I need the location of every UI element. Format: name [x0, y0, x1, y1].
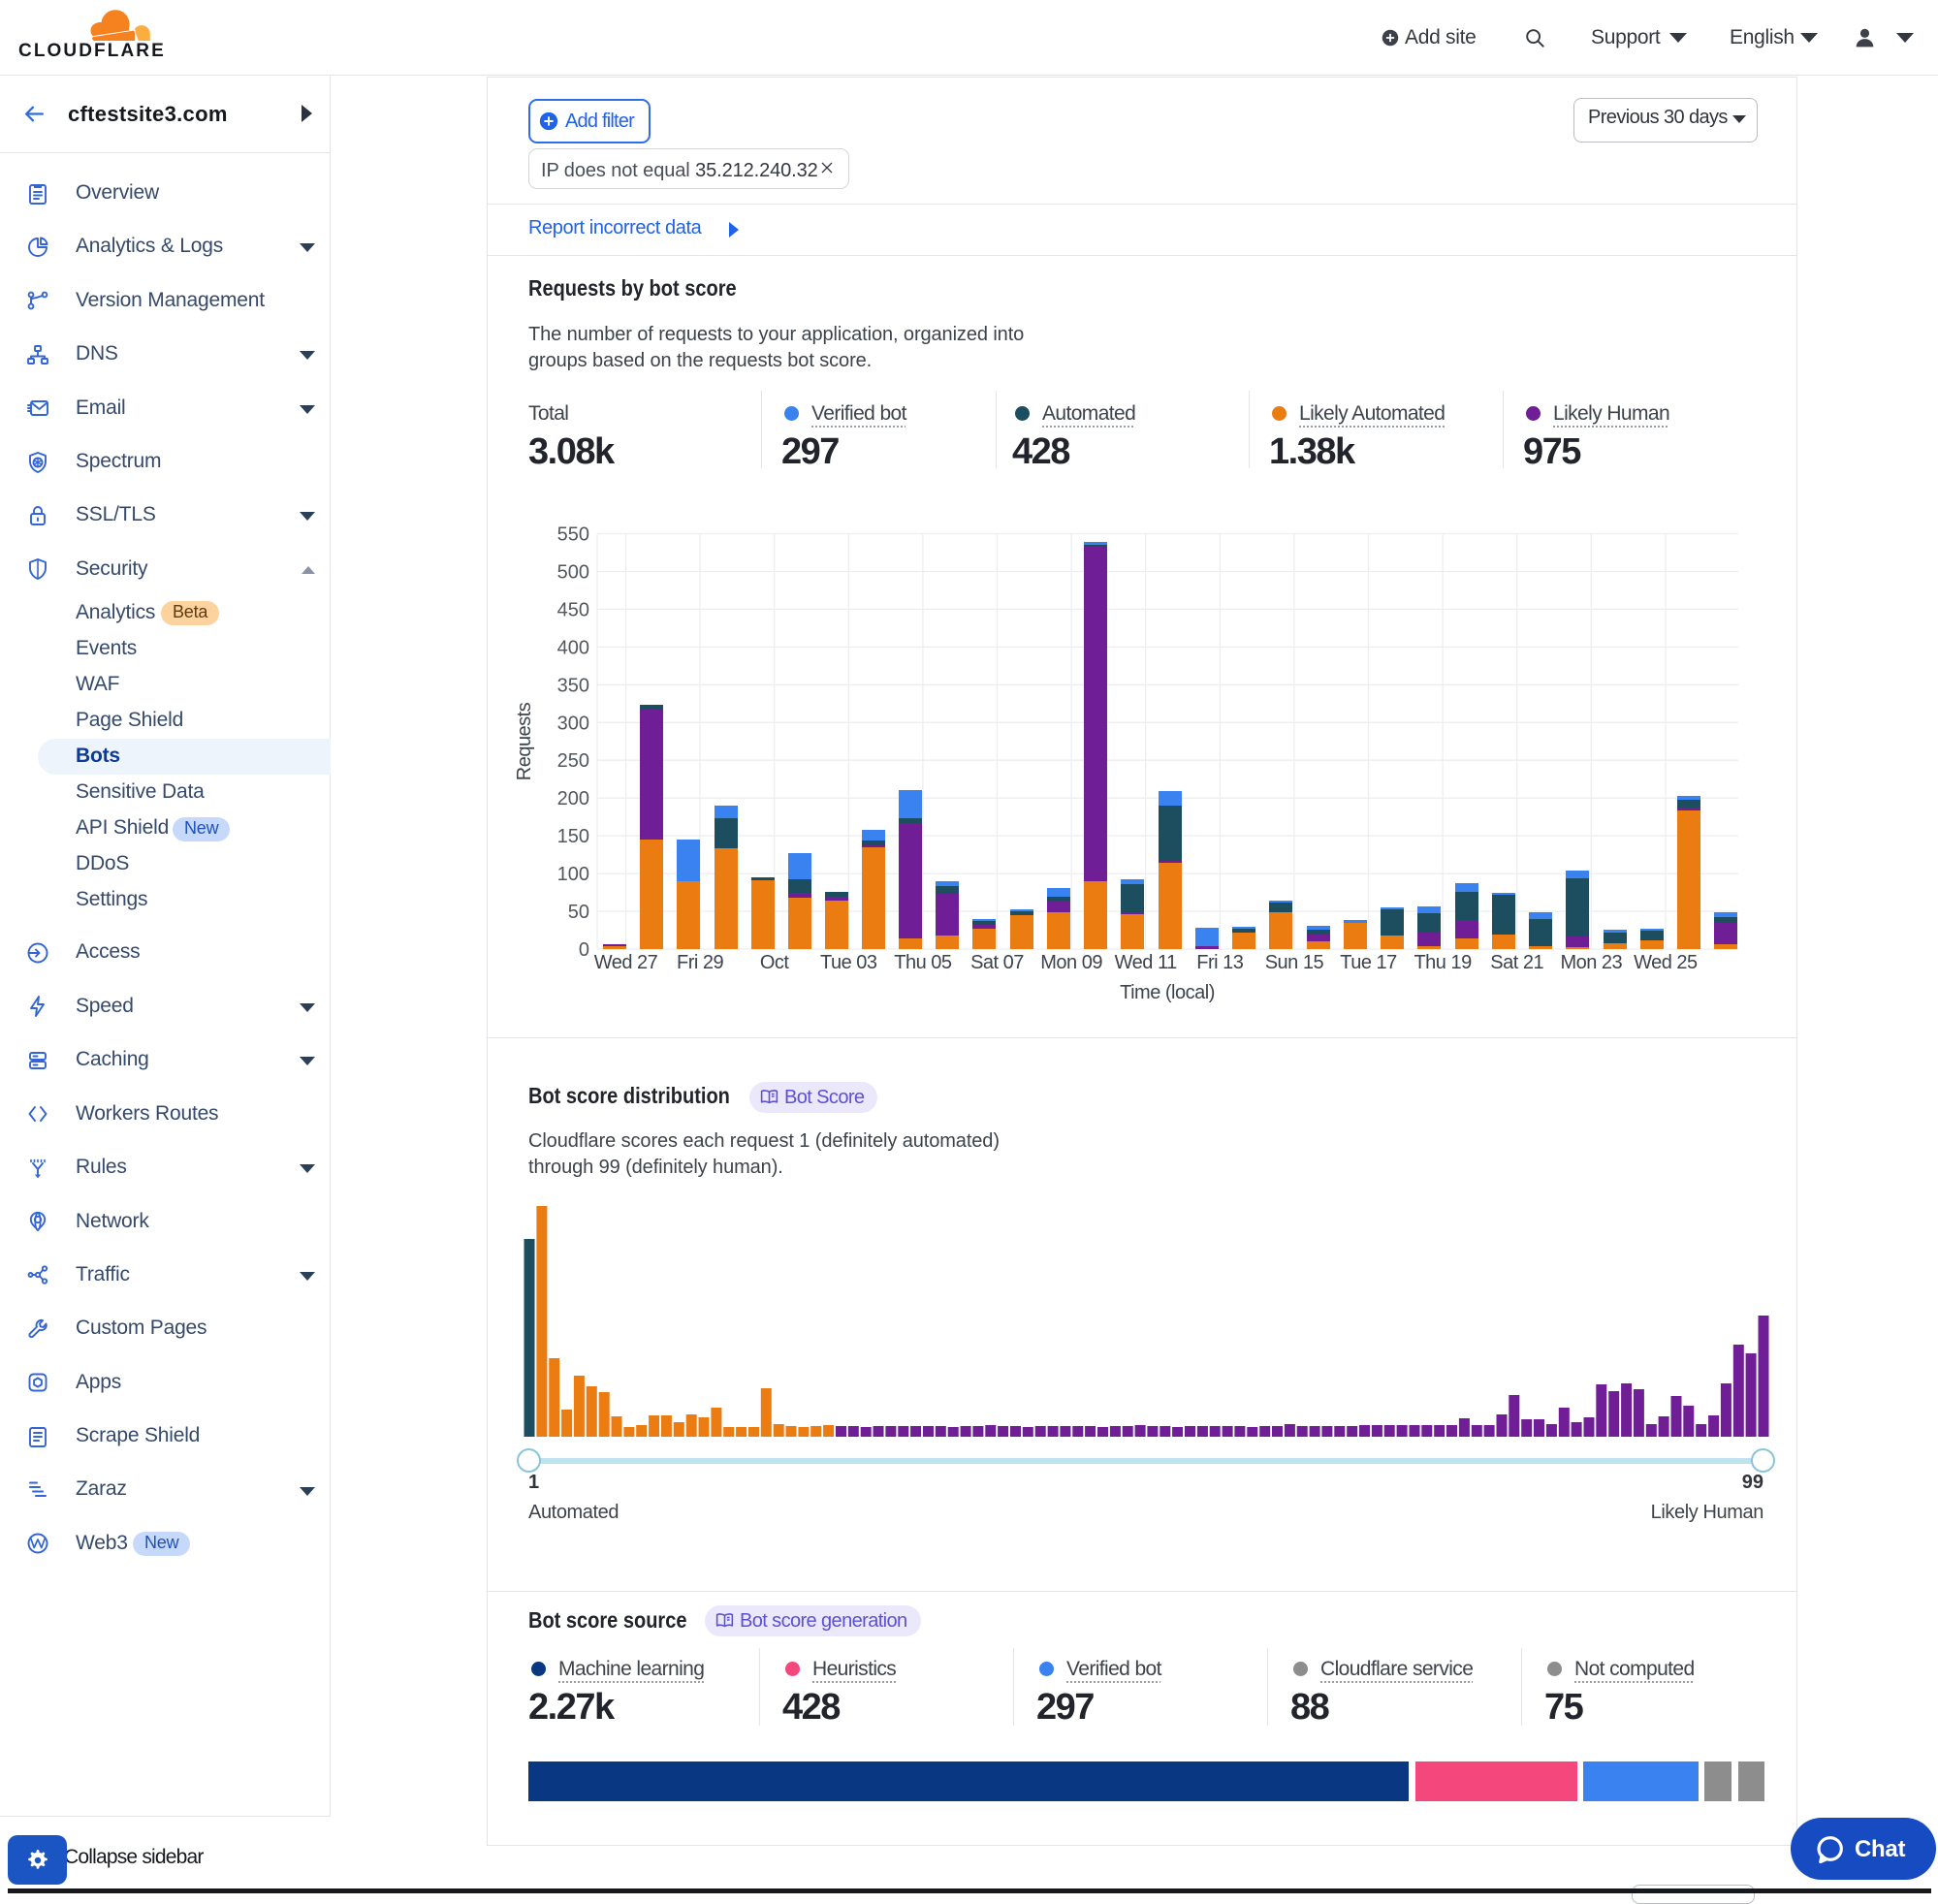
svg-text:Fri 13: Fri 13: [1196, 952, 1244, 973]
svg-text:300: 300: [557, 713, 589, 734]
svg-text:Wed 27: Wed 27: [594, 952, 658, 973]
svg-text:450: 450: [557, 599, 589, 620]
svg-text:Time (local): Time (local): [1120, 982, 1215, 1003]
svg-text:Sat 21: Sat 21: [1490, 952, 1543, 973]
svg-text:Thu 05: Thu 05: [894, 952, 952, 973]
svg-text:Mon 23: Mon 23: [1560, 952, 1622, 973]
svg-text:550: 550: [557, 524, 589, 546]
svg-text:Fri 29: Fri 29: [677, 952, 724, 973]
svg-text:Wed 25: Wed 25: [1634, 952, 1698, 973]
svg-text:400: 400: [557, 637, 589, 658]
svg-text:250: 250: [557, 750, 589, 772]
svg-text:200: 200: [557, 788, 589, 809]
svg-text:Tue 17: Tue 17: [1340, 952, 1397, 973]
svg-text:Requests: Requests: [514, 702, 535, 780]
svg-text:100: 100: [557, 864, 589, 885]
svg-text:350: 350: [557, 675, 589, 696]
svg-text:Tue 03: Tue 03: [820, 952, 877, 973]
svg-text:Oct: Oct: [760, 952, 790, 973]
svg-text:Sun 15: Sun 15: [1265, 952, 1324, 973]
svg-text:Wed 11: Wed 11: [1115, 952, 1177, 973]
svg-text:0: 0: [579, 939, 589, 961]
svg-text:150: 150: [557, 826, 589, 847]
svg-text:Thu 19: Thu 19: [1414, 952, 1472, 973]
svg-text:50: 50: [568, 902, 589, 923]
svg-text:Sat 07: Sat 07: [970, 952, 1024, 973]
svg-text:500: 500: [557, 562, 589, 584]
svg-text:Mon 09: Mon 09: [1040, 952, 1102, 973]
